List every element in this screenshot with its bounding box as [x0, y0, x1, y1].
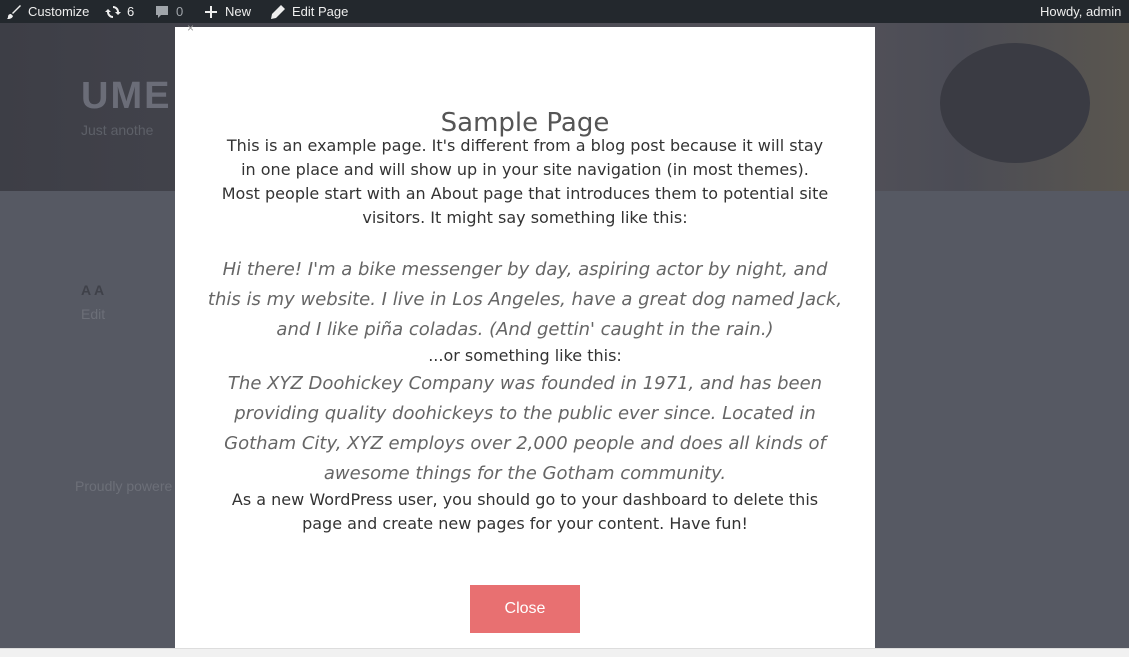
updates-icon [105, 5, 121, 18]
admin-bar: Customize 6 0 New Edit Page Howdy, admin [0, 0, 1129, 23]
updates-link[interactable]: 6 [105, 0, 134, 23]
quote-doohickey: The XYZ Doohickey Company was founded in… [224, 373, 826, 484]
brush-icon [7, 4, 21, 19]
pencil-icon [271, 4, 285, 19]
plus-icon [205, 5, 217, 18]
comments-link[interactable]: 0 [154, 0, 183, 23]
new-content-link[interactable]: New [203, 0, 251, 23]
close-button[interactable]: Close [470, 585, 580, 633]
bottom-strip [0, 648, 1129, 657]
edit-page-link[interactable]: Edit Page [270, 0, 348, 23]
intro-paragraph: This is an example page. It's different … [221, 136, 829, 227]
comments-count: 0 [176, 4, 184, 19]
outro-paragraph: As a new WordPress user, you should go t… [231, 490, 819, 533]
account-menu[interactable]: Howdy, admin [1040, 0, 1121, 23]
greeting: Howdy, admin [1040, 4, 1122, 19]
or-text: ...or something like this: [428, 346, 622, 365]
updates-count: 6 [127, 4, 135, 19]
comment-icon [156, 5, 168, 18]
edit-link[interactable]: Edit [81, 306, 105, 322]
customize-label: Customize [28, 4, 90, 19]
close-icon[interactable]: × [187, 21, 194, 35]
footer-credit: Proudly powere [75, 478, 173, 494]
quote-bike-messenger: Hi there! I'm a bike messenger by day, a… [207, 259, 843, 340]
edit-page-label: Edit Page [292, 4, 349, 19]
customize-link[interactable]: Customize [6, 0, 89, 23]
site-tagline: Just anothe [81, 122, 154, 138]
page-modal: × Sample Page This is an example page. I… [175, 21, 875, 648]
header-decoration [940, 43, 1090, 163]
site-title[interactable]: UME [81, 75, 171, 118]
font-size-toggle[interactable]: A A [81, 282, 104, 298]
new-label: New [225, 4, 252, 19]
